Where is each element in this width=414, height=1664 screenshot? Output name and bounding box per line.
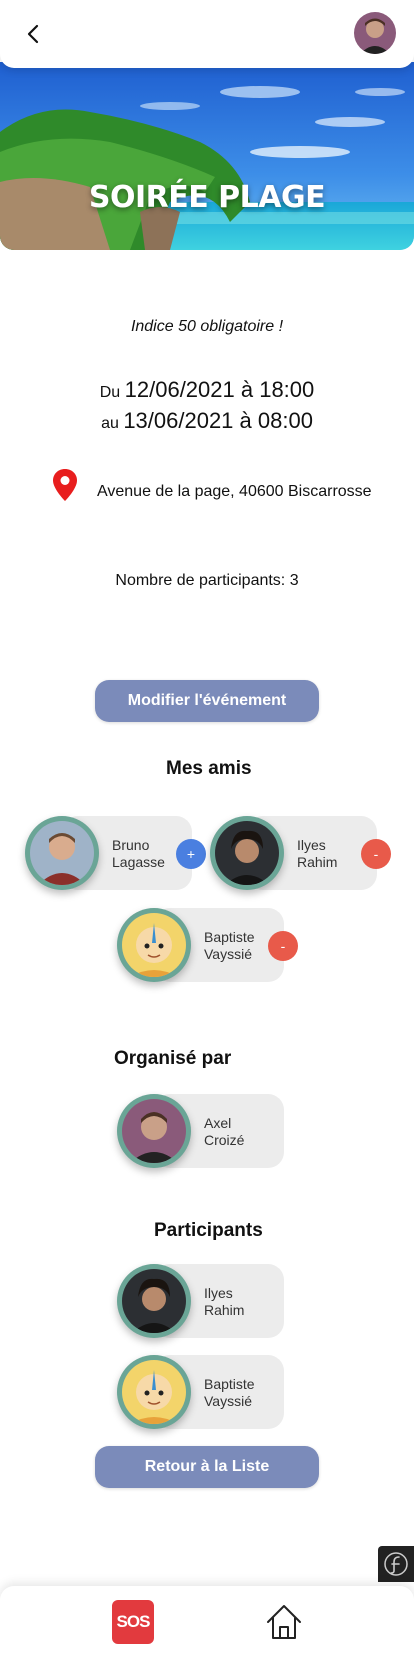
avatar[interactable]	[117, 1094, 191, 1168]
edit-event-button[interactable]: Modifier l'événement	[95, 680, 319, 722]
avatar[interactable]	[117, 1355, 191, 1429]
event-dates: Du 12/06/2021 à 18:00 au 13/06/2021 à 08…	[0, 376, 414, 438]
start-prefix: Du	[99, 384, 121, 401]
friend-name: Ilyes Rahim	[297, 837, 338, 870]
back-to-list-button[interactable]: Retour à la Liste	[95, 1446, 319, 1488]
back-icon[interactable]	[20, 20, 48, 48]
avatar[interactable]	[117, 1264, 191, 1338]
symfony-toolbar-icon[interactable]	[378, 1546, 414, 1582]
home-icon[interactable]	[264, 1600, 304, 1644]
bottom-nav: SOS	[0, 1586, 414, 1664]
sos-icon[interactable]: SOS	[112, 1600, 154, 1644]
remove-friend-button[interactable]: -	[268, 931, 298, 961]
event-start: Du 12/06/2021 à 18:00	[0, 376, 414, 407]
friend-name: Baptiste Vayssié	[204, 929, 255, 962]
location-pin-icon	[53, 469, 77, 501]
event-title: SOIRÉE PLAGE	[88, 180, 326, 215]
remove-friend-button[interactable]: -	[361, 839, 391, 869]
participant-name: Baptiste Vayssié	[204, 1376, 255, 1409]
avatar[interactable]	[210, 816, 284, 890]
end-prefix: au	[101, 415, 119, 432]
friend-name: Bruno Lagasse	[112, 837, 165, 870]
participant-name: Ilyes Rahim	[204, 1285, 245, 1318]
organizer-name: Axel Croizé	[204, 1115, 245, 1148]
participants-count: Nombre de participants: 3	[115, 572, 299, 589]
event-hero-image: SOIRÉE PLAGE	[0, 62, 414, 250]
user-avatar[interactable]	[354, 12, 396, 54]
avatar[interactable]	[117, 908, 191, 982]
event-note: Indice 50 obligatoire !	[130, 318, 284, 335]
event-location: Avenue de la page, 40600 Biscarrosse	[97, 483, 372, 500]
organizer-title: Organisé par	[114, 1048, 232, 1069]
end-datetime: 13/06/2021 à 08:00	[123, 408, 313, 433]
event-end: au 13/06/2021 à 08:00	[0, 407, 414, 438]
top-bar	[0, 0, 414, 68]
friends-title: Mes amis	[166, 758, 252, 779]
avatar[interactable]	[25, 816, 99, 890]
start-datetime: 12/06/2021 à 18:00	[124, 377, 315, 402]
participants-title: Participants	[154, 1220, 263, 1241]
add-friend-button[interactable]: +	[176, 839, 206, 869]
